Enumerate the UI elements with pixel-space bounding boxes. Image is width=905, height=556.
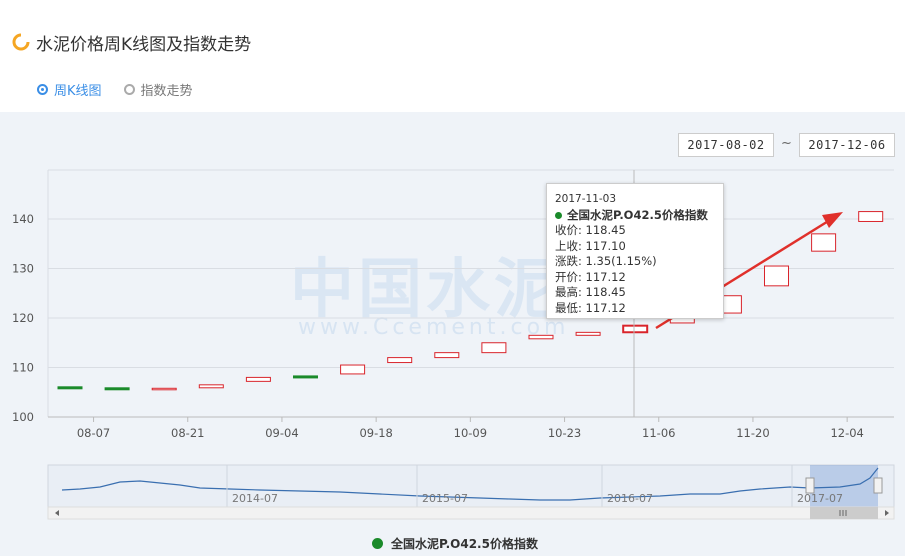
legend-dot-icon — [372, 538, 383, 549]
x-axis-labels: 08-07 08-21 09-04 09-18 10-09 10-23 11-06 11-20… — [77, 417, 864, 440]
tooltip-row: 收价: 118.45 — [555, 223, 626, 237]
candles — [57, 211, 884, 391]
legend[interactable]: 全国水泥P.O42.5价格指数 — [372, 535, 538, 552]
navigator-track — [47, 464, 895, 508]
y-tick-label: 130 — [12, 262, 34, 276]
y-tick-label: 110 — [12, 361, 34, 375]
x-tick-label: 10-23 — [548, 426, 581, 440]
y-tick-label: 100 — [12, 410, 34, 424]
candle — [811, 233, 837, 252]
tooltip: 2017-11-03 全国水泥P.O42.5价格指数 收价: 118.45 上收… — [546, 183, 724, 319]
navigator-label: 2014-07 — [232, 492, 278, 505]
candle — [575, 331, 601, 336]
y-tick-label: 140 — [12, 212, 34, 226]
x-tick-label: 09-04 — [265, 426, 298, 440]
x-tick-label: 11-06 — [642, 426, 675, 440]
candle — [481, 342, 507, 354]
candle — [340, 364, 366, 375]
tooltip-series: 全国水泥P.O42.5价格指数 — [555, 208, 715, 224]
grid-lines — [47, 169, 894, 418]
candle — [858, 211, 884, 222]
x-tick-label: 09-18 — [359, 426, 392, 440]
candle — [528, 334, 554, 340]
candle — [245, 376, 271, 382]
candle — [57, 386, 83, 390]
candle — [151, 387, 177, 391]
tooltip-row: 最低: 117.12 — [555, 300, 626, 315]
x-tick-label: 08-21 — [171, 426, 204, 440]
candle — [198, 384, 224, 389]
x-tick-label: 11-20 — [736, 426, 769, 440]
navigator-label: 2015-07 — [422, 492, 468, 505]
tooltip-row: 最高: 118.45 — [555, 285, 626, 299]
tooltip-row: 开价: 117.12 — [555, 269, 626, 284]
navigator-label: 2016-07 — [607, 492, 653, 505]
navigator-handle[interactable] — [805, 477, 815, 494]
arrow-head — [822, 212, 843, 228]
tooltip-date: 2017-11-03 — [555, 193, 617, 205]
tooltip-row: 上收: 117.10 — [555, 238, 626, 253]
scrollbar-track — [47, 506, 895, 520]
y-tick-label: 120 — [12, 311, 34, 325]
candle — [764, 265, 789, 287]
x-tick-label: 12-04 — [830, 426, 863, 440]
scrollbar-thumb[interactable] — [810, 507, 878, 519]
tooltip-series-name: 全国水泥P.O42.5价格指数 — [567, 207, 708, 222]
legend-label: 全国水泥P.O42.5价格指数 — [391, 537, 538, 551]
navigator: 2014-07 2015-07 2016-07 2017-07 — [47, 464, 895, 520]
candle — [293, 375, 318, 379]
navigator-handle[interactable] — [873, 477, 883, 494]
candle — [434, 352, 460, 359]
candle — [104, 387, 130, 391]
candle — [387, 357, 413, 364]
series-dot-icon — [555, 211, 562, 219]
kline-chart: 100 110 120 130 140 08-07 08-21 09-04 09-18 10-0… — [12, 169, 895, 520]
x-tick-label: 10-09 — [454, 426, 487, 440]
tooltip-row: 涨跌: 1.35(1.15%) — [555, 254, 657, 268]
x-tick-label: 08-07 — [77, 426, 110, 440]
y-axis-labels: 100 110 120 130 140 — [12, 212, 34, 424]
navigator-label: 2017-07 — [797, 492, 843, 505]
candle — [622, 324, 649, 334]
